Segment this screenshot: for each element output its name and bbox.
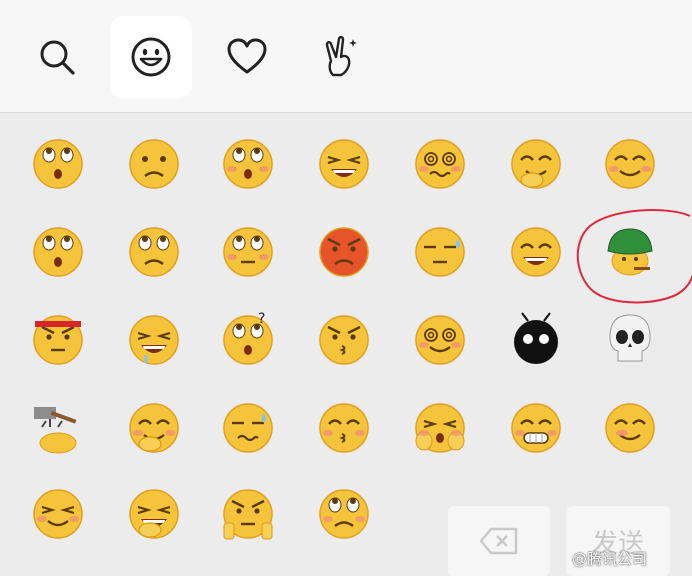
emoji-black-bomb-icon: [514, 312, 558, 364]
emoji-headband[interactable]: [28, 309, 88, 369]
emoji-chin-stroke-icon: [129, 403, 179, 453]
tab-favorites[interactable]: [206, 16, 288, 98]
emoji-tilted-blush[interactable]: [600, 397, 660, 457]
emoji-spiral-eyes-icon: [415, 315, 465, 365]
emoji-arms-flex[interactable]: [218, 483, 278, 543]
emoji-hammer-hit-icon: [34, 407, 77, 454]
emoji-sad[interactable]: [124, 133, 184, 193]
emoji-braces-grin[interactable]: [506, 397, 566, 457]
emoji-side-glance-icon: [33, 489, 83, 539]
emoji-chin-stroke[interactable]: [124, 397, 184, 457]
emoji-black-bomb[interactable]: [506, 309, 566, 369]
emoji-angry-red-icon: [319, 227, 369, 277]
emoji-pleading-icon: [319, 489, 369, 539]
emoji-pouting-icon: [33, 139, 83, 189]
emoji-tilted-blush-icon: [605, 403, 655, 453]
emoji-eye-roll[interactable]: [218, 221, 278, 281]
emoji-smile-icon: [605, 139, 655, 189]
emoji-headband-icon: [33, 315, 83, 365]
emoji-skull-icon: [609, 314, 651, 362]
peace-hand-icon: [325, 35, 357, 77]
emoji-sweat-deadpan[interactable]: [218, 397, 278, 457]
emoji-surprised[interactable]: [28, 221, 88, 281]
emoji-shy-eyes-up[interactable]: [218, 133, 278, 193]
emoji-crying-loudly[interactable]: [314, 133, 374, 193]
emoji-pouting[interactable]: [28, 133, 88, 193]
emoji-question[interactable]: ?: [218, 309, 278, 369]
emoji-shush[interactable]: [314, 309, 374, 369]
emoji-hand-over-mouth-icon: [511, 139, 561, 189]
emoji-finger-face-icon: [129, 489, 179, 539]
tab-search[interactable]: [16, 16, 98, 98]
emoji-awkward-sweat-icon: [415, 227, 465, 277]
emoji-spiral-eyes[interactable]: [410, 309, 470, 369]
emoji-grin[interactable]: [506, 221, 566, 281]
emoji-side-glance[interactable]: [28, 483, 88, 543]
emoji-eyes-up[interactable]: [124, 221, 184, 281]
delete-button[interactable]: [448, 506, 550, 576]
emoji-surprised-icon: [33, 227, 83, 277]
emoji-crying-loudly-icon: [319, 139, 369, 189]
emoji-grin-icon: [511, 227, 561, 277]
emoji-finger-face[interactable]: [124, 483, 184, 543]
emoji-cover-face[interactable]: [410, 397, 470, 457]
emoji-sweat-deadpan-icon: [223, 403, 273, 453]
tab-stickers[interactable]: [300, 16, 382, 98]
svg-text:?: ?: [258, 311, 265, 327]
emoji-question-icon: ?: [223, 311, 273, 365]
emoji-skull[interactable]: [600, 309, 660, 369]
emoji-drooling-angry-icon: [129, 315, 179, 365]
smiley-icon: [131, 37, 171, 77]
emoji-category-bar: [0, 0, 692, 113]
emoji-shush-icon: [319, 315, 369, 365]
emoji-pleading[interactable]: [314, 483, 374, 543]
tab-smileys[interactable]: [110, 16, 192, 98]
emoji-kiss[interactable]: [314, 397, 374, 457]
emoji-smile[interactable]: [600, 133, 660, 193]
search-icon: [40, 40, 75, 75]
red-annotation-circle: [576, 209, 692, 304]
emoji-braces-grin-icon: [511, 403, 561, 453]
emoji-cover-face-icon: [415, 403, 465, 453]
emoji-shy-eyes-up-icon: [223, 139, 273, 189]
emoji-dizzy-sweat-icon: [415, 139, 465, 189]
heart-icon: [227, 38, 267, 74]
emoji-angry-red[interactable]: [314, 221, 374, 281]
emoji-awkward-sweat[interactable]: [410, 221, 470, 281]
emoji-dizzy-sweat[interactable]: [410, 133, 470, 193]
watermark: @腾讯公司: [572, 550, 648, 568]
emoji-hand-over-mouth[interactable]: [506, 133, 566, 193]
emoji-hammer-hit[interactable]: [28, 397, 88, 457]
emoji-arms-flex-icon: [223, 489, 273, 540]
backspace-icon: [479, 527, 518, 555]
emoji-kiss-icon: [319, 403, 369, 453]
emoji-drooling-angry[interactable]: [124, 309, 184, 369]
emoji-sad-icon: [129, 139, 179, 189]
emoji-eyes-up-icon: [129, 227, 179, 277]
emoji-eye-roll-icon: [223, 227, 273, 277]
